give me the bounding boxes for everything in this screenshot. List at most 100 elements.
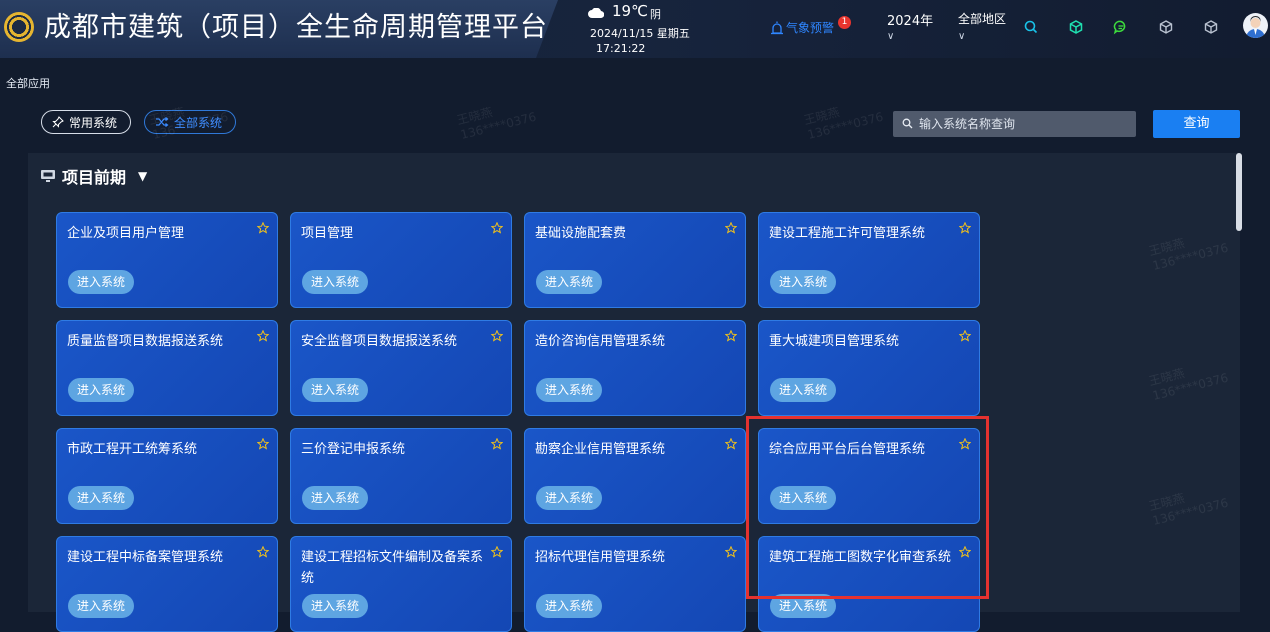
- cube-icon[interactable]: [1068, 19, 1084, 35]
- app-card[interactable]: 质量监督项目数据报送系统进入系统: [56, 320, 278, 416]
- region-chevron-down-icon[interactable]: ∨: [958, 31, 965, 42]
- app-card-title: 造价咨询信用管理系统: [535, 334, 666, 349]
- top-header: 成都市建筑（项目）全生命周期管理平台 19℃ 阴 2024/11/15 星期五 …: [0, 0, 1270, 58]
- chat-icon[interactable]: [1113, 19, 1129, 35]
- star-icon[interactable]: [257, 330, 269, 342]
- alarm-icon: [771, 21, 783, 34]
- app-card-title: 建筑工程施工图数字化审查系统: [769, 550, 952, 565]
- star-icon[interactable]: [725, 438, 737, 450]
- app-card-title: 项目管理: [301, 226, 354, 241]
- app-card[interactable]: 重大城建项目管理系统进入系统: [758, 320, 980, 416]
- enter-system-button[interactable]: 进入系统: [536, 270, 602, 294]
- enter-system-button[interactable]: 进入系统: [302, 270, 368, 294]
- watermark: 王晓燕 136****0376: [456, 95, 538, 143]
- star-icon[interactable]: [725, 222, 737, 234]
- app-card-title: 质量监督项目数据报送系统: [67, 334, 224, 349]
- app-card[interactable]: 三价登记申报系统进入系统: [290, 428, 512, 524]
- enter-system-button[interactable]: 进入系统: [68, 486, 134, 510]
- weather-date: 2024/11/15 星期五: [590, 27, 690, 40]
- weather-warning-button[interactable]: 气象预警: [770, 19, 834, 36]
- app-card[interactable]: 市政工程开工统筹系统进入系统: [56, 428, 278, 524]
- enter-system-button[interactable]: 进入系统: [536, 378, 602, 402]
- box-icon[interactable]: [1158, 19, 1174, 35]
- common-systems-label: 常用系统: [69, 115, 118, 130]
- avatar-icon: [1246, 16, 1265, 38]
- pin-icon: [52, 116, 64, 128]
- star-icon[interactable]: [491, 330, 503, 342]
- enter-system-button[interactable]: 进入系统: [770, 486, 836, 510]
- app-card-title: 市政工程开工统筹系统: [67, 442, 198, 457]
- enter-system-button[interactable]: 进入系统: [68, 594, 134, 618]
- app-card-title: 安全监督项目数据报送系统: [301, 334, 458, 349]
- enter-system-button[interactable]: 进入系统: [770, 270, 836, 294]
- warning-count-badge: 1: [838, 16, 851, 29]
- panel-scrollbar[interactable]: [1236, 153, 1242, 231]
- watermark: 王晓燕 136****0376: [803, 95, 885, 143]
- weather-warning-label: 气象预警: [786, 21, 835, 35]
- enter-system-button[interactable]: 进入系统: [68, 378, 134, 402]
- common-systems-tab[interactable]: 常用系统: [41, 110, 131, 134]
- search-placeholder: 输入系统名称查询: [919, 117, 1016, 131]
- breadcrumb: 全部应用: [6, 77, 50, 90]
- year-chevron-down-icon[interactable]: ∨: [887, 31, 894, 42]
- app-card-title: 建设工程招标文件编制及备案系统: [301, 550, 484, 586]
- star-icon[interactable]: [257, 438, 269, 450]
- caret-down-icon[interactable]: ▼: [138, 169, 147, 183]
- section-header[interactable]: 项目前期 ▼: [40, 164, 147, 188]
- weather-widget: 19℃ 阴 2024/11/15 星期五 17:21:22: [588, 2, 748, 56]
- app-card-title: 综合应用平台后台管理系统: [769, 442, 926, 457]
- app-card[interactable]: 综合应用平台后台管理系统进入系统: [758, 428, 980, 524]
- app-card[interactable]: 招标代理信用管理系统 进入系统: [524, 536, 746, 632]
- app-card[interactable]: 建设工程招标文件编制及备案系统进入系统: [290, 536, 512, 632]
- app-logo: [4, 12, 34, 42]
- star-icon[interactable]: [959, 438, 971, 450]
- region-select[interactable]: 全部地区: [958, 10, 1006, 27]
- package-icon[interactable]: [1203, 19, 1219, 35]
- app-card-title: 勘察企业信用管理系统: [535, 442, 666, 457]
- star-icon[interactable]: [491, 222, 503, 234]
- app-card[interactable]: 造价咨询信用管理系统进入系统: [524, 320, 746, 416]
- weather-time: 17:21:22: [596, 42, 646, 55]
- app-card[interactable]: 建设工程施工许可管理系统进入系统: [758, 212, 980, 308]
- enter-system-button[interactable]: 进入系统: [302, 378, 368, 402]
- app-card-title: 建设工程中标备案管理系统: [67, 550, 224, 565]
- app-card-title: 企业及项目用户管理: [67, 226, 185, 241]
- star-icon[interactable]: [491, 546, 503, 558]
- app-title: 成都市建筑（项目）全生命周期管理平台: [44, 12, 548, 43]
- weather-temp: 19℃: [612, 2, 648, 20]
- search-icon[interactable]: [1023, 19, 1039, 35]
- star-icon[interactable]: [491, 438, 503, 450]
- app-card-title: 建设工程施工许可管理系统: [769, 226, 926, 241]
- enter-system-button[interactable]: 进入系统: [536, 486, 602, 510]
- star-icon[interactable]: [959, 330, 971, 342]
- system-search-input[interactable]: 输入系统名称查询: [893, 111, 1136, 137]
- enter-system-button[interactable]: 进入系统: [68, 270, 134, 294]
- app-card-title: 三价登记申报系统: [301, 442, 406, 457]
- app-card[interactable]: 企业及项目用户管理进入系统: [56, 212, 278, 308]
- star-icon[interactable]: [725, 546, 737, 558]
- enter-system-button[interactable]: 进入系统: [302, 486, 368, 510]
- monitor-icon: [41, 170, 55, 182]
- app-card[interactable]: 安全监督项目数据报送系统进入系统: [290, 320, 512, 416]
- enter-system-button[interactable]: 进入系统: [536, 594, 602, 618]
- star-icon[interactable]: [959, 222, 971, 234]
- user-avatar[interactable]: [1243, 13, 1268, 38]
- app-card-title: 重大城建项目管理系统: [769, 334, 900, 349]
- star-icon[interactable]: [257, 546, 269, 558]
- year-select[interactable]: 2024年: [887, 10, 933, 29]
- star-icon[interactable]: [257, 222, 269, 234]
- app-card[interactable]: 勘察企业信用管理系统进入系统: [524, 428, 746, 524]
- star-icon[interactable]: [959, 546, 971, 558]
- enter-system-button[interactable]: 进入系统: [770, 594, 836, 618]
- enter-system-button[interactable]: 进入系统: [302, 594, 368, 618]
- star-icon[interactable]: [725, 330, 737, 342]
- app-card[interactable]: 项目管理 进入系统: [290, 212, 512, 308]
- search-icon: [902, 118, 913, 129]
- cloud-icon: [588, 8, 604, 18]
- query-button[interactable]: 查询: [1153, 110, 1240, 138]
- watermark: 王晓燕 136****0376: [148, 95, 230, 143]
- app-card[interactable]: 基础设施配套费 进入系统: [524, 212, 746, 308]
- app-card[interactable]: 建设工程中标备案管理系统进入系统: [56, 536, 278, 632]
- app-card[interactable]: 建筑工程施工图数字化审查系统进入系统: [758, 536, 980, 632]
- enter-system-button[interactable]: 进入系统: [770, 378, 836, 402]
